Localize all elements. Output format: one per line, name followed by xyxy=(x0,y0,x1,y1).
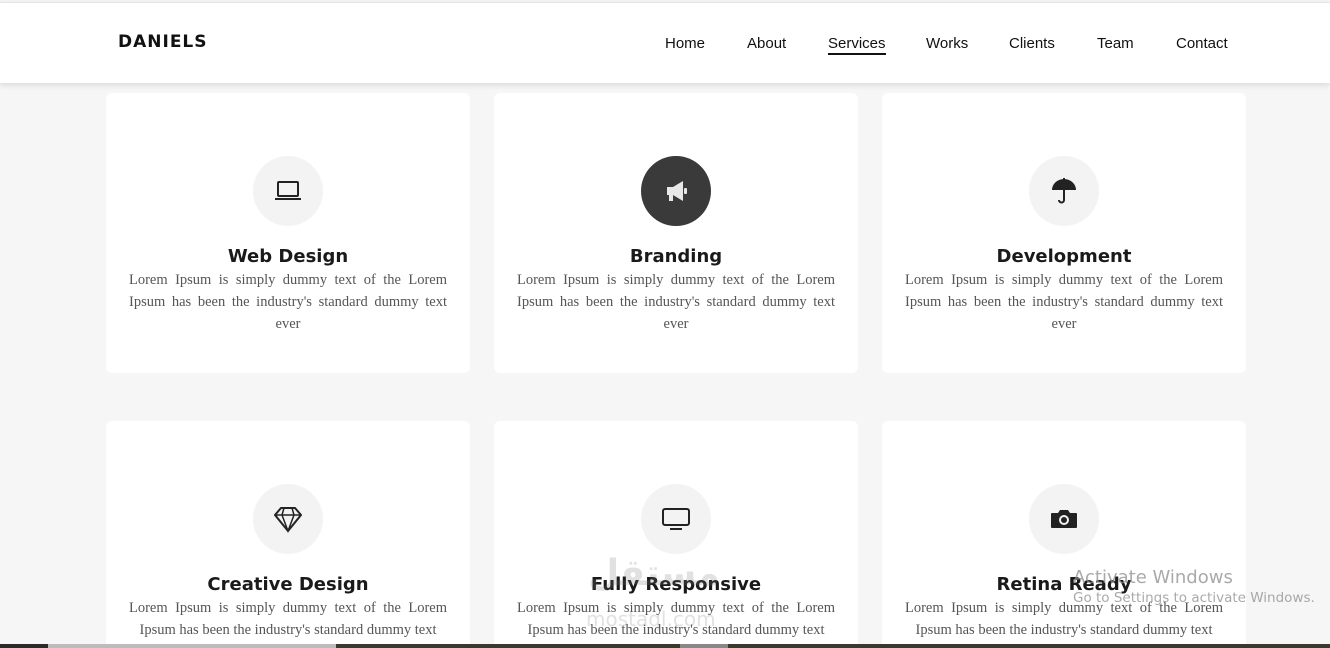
service-card-creative-design: Creative Design Lorem Ipsum is simply du… xyxy=(106,421,470,648)
service-title: Web Design xyxy=(227,246,349,267)
nav-home[interactable]: Home xyxy=(665,35,705,52)
nav-contact[interactable]: Contact xyxy=(1176,35,1228,52)
nav-team[interactable]: Team xyxy=(1097,35,1134,52)
service-card-branding: Branding Lorem Ipsum is simply dummy tex… xyxy=(494,93,858,373)
service-title: Branding xyxy=(629,246,723,267)
service-description: Lorem Ipsum is simply dummy text of the … xyxy=(905,272,1223,332)
service-title: Development xyxy=(996,246,1132,267)
nav-clients[interactable]: Clients xyxy=(1009,35,1055,52)
activate-subtitle: Go to Settings to activate Windows. xyxy=(1073,590,1315,606)
megaphone-icon xyxy=(641,156,711,226)
main-nav: Home About Services Works Clients Team C… xyxy=(0,35,1330,57)
umbrella-icon xyxy=(1029,156,1099,226)
camera-icon xyxy=(1029,484,1099,554)
monitor-icon xyxy=(641,484,711,554)
service-card-retina-ready: Retina Ready Lorem Ipsum is simply dummy… xyxy=(882,421,1246,648)
service-description: Lorem Ipsum is simply dummy text of the … xyxy=(129,272,447,332)
nav-services[interactable]: Services xyxy=(828,35,886,55)
service-title: Creative Design xyxy=(207,574,369,595)
site-header: DANIELS Home About Services Works Client… xyxy=(0,2,1330,83)
watermark-latin: mostaql.com xyxy=(586,607,716,631)
watermark-arabic: مستقل xyxy=(588,553,720,594)
service-card-development: Development Lorem Ipsum is simply dummy … xyxy=(882,93,1246,373)
service-card-web-design: Web Design Lorem Ipsum is simply dummy t… xyxy=(106,93,470,373)
activate-title: Activate Windows xyxy=(1073,567,1233,588)
service-description: Lorem Ipsum is simply dummy text of the … xyxy=(517,272,835,332)
diamond-icon xyxy=(253,484,323,554)
laptop-icon xyxy=(253,156,323,226)
service-description: Lorem Ipsum is simply dummy text of the … xyxy=(129,600,447,638)
taskbar-strip xyxy=(0,644,1330,648)
nav-works[interactable]: Works xyxy=(926,35,968,52)
nav-about[interactable]: About xyxy=(747,35,786,52)
activate-windows-notice: Activate Windows Go to Settings to activ… xyxy=(1073,567,1315,606)
